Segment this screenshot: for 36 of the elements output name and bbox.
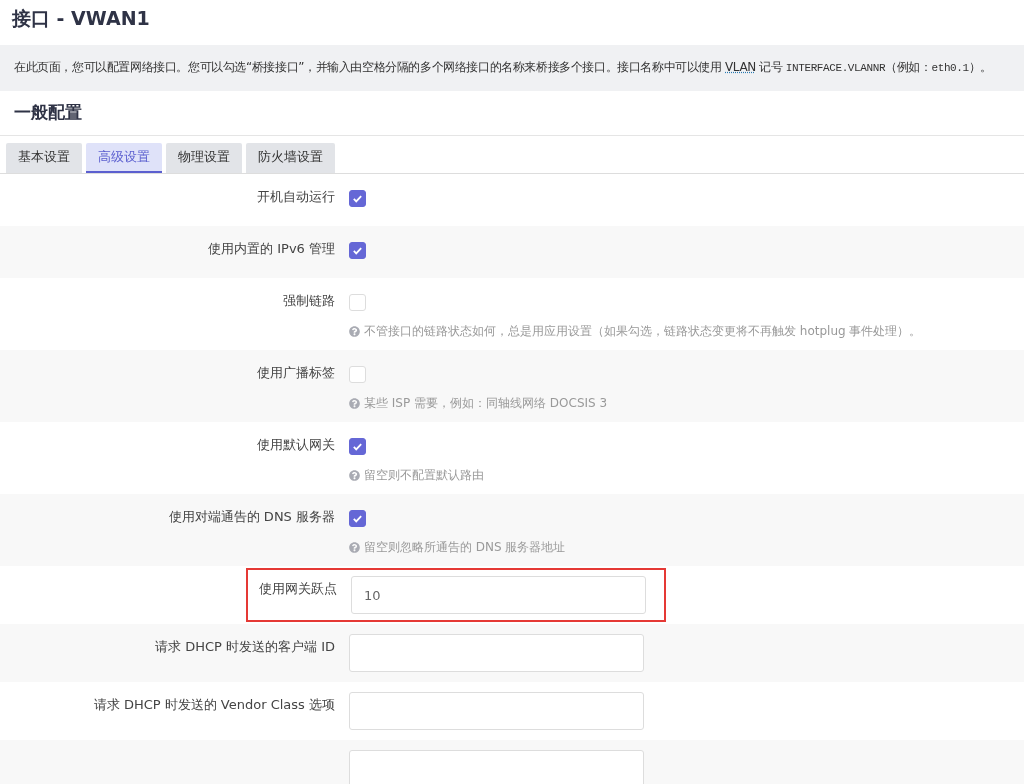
- tab[interactable]: 高级设置: [86, 143, 162, 173]
- field-label: 开机自动运行: [257, 188, 335, 206]
- hint-text: 留空则不配置默认路由: [349, 467, 484, 484]
- help-icon: [349, 470, 360, 481]
- field-label: 使用默认网关: [257, 436, 335, 454]
- field-label: 使用对端通告的 DNS 服务器: [168, 508, 335, 526]
- checkbox[interactable]: [349, 510, 366, 527]
- hint-text: 留空则忽略所通告的 DNS 服务器地址: [349, 539, 566, 556]
- checkbox[interactable]: [349, 438, 366, 455]
- check-icon: [352, 193, 363, 204]
- hint-text: 不管接口的链路状态如何，总是用应用设置（如果勾选，链路状态变更将不再触发 hotplug 事件处理）。: [349, 323, 922, 340]
- input-field[interactable]: [349, 634, 644, 672]
- section-title: 一般配置: [0, 91, 1024, 136]
- checkbox[interactable]: [349, 242, 366, 259]
- field-label: 使用网关跃点: [259, 580, 337, 598]
- field-label: 请求 DHCP 时发送的 Vendor Class 选项: [93, 696, 335, 714]
- tab[interactable]: 物理设置: [166, 143, 242, 173]
- hint-text: 某些 ISP 需要，例如：同轴线网络 DOCSIS 3: [349, 395, 608, 412]
- field-label: 使用广播标签: [257, 364, 335, 382]
- help-icon: [349, 542, 360, 553]
- tab[interactable]: 基本设置: [6, 143, 82, 173]
- help-icon: [349, 398, 360, 409]
- field-label: 使用内置的 IPv6 管理: [208, 240, 335, 258]
- checkbox[interactable]: [349, 190, 366, 207]
- page-title: 接口 - VWAN1: [10, 6, 151, 31]
- check-icon: [352, 441, 363, 452]
- check-icon: [352, 513, 363, 524]
- help-icon: [349, 326, 360, 337]
- input-field[interactable]: [349, 692, 644, 730]
- input-field[interactable]: 10: [351, 576, 646, 614]
- tab[interactable]: 防火墙设置: [246, 143, 335, 173]
- input-field[interactable]: [349, 750, 644, 784]
- description-text: 在此页面，您可以配置网络接口。您可以勾选“桥接接口”，并输入由空格分隔的多个网络接口的名称来桥接多个接口。接口名称中可以使用 VLAN 记号 INTERFACE.VLANNR（例如：eth0.1）。: [0, 45, 1024, 91]
- field-label: 强制链路: [283, 292, 335, 310]
- check-icon: [352, 245, 363, 256]
- field-label: 请求 DHCP 时发送的客户端 ID: [155, 638, 335, 656]
